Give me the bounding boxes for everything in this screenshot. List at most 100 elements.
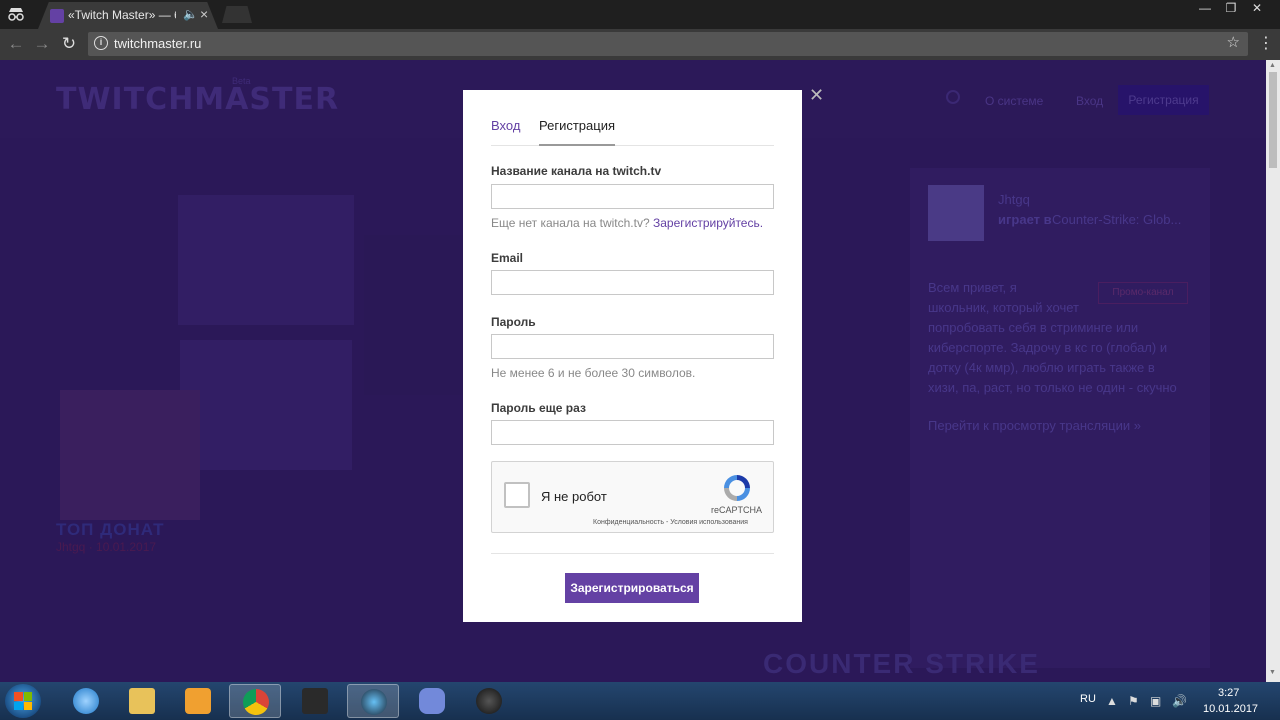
email-label: Email xyxy=(491,251,524,265)
bg-game: Counter-Strike: Glob... xyxy=(1052,212,1182,227)
bg-card xyxy=(364,235,464,395)
tray-expand-icon[interactable]: ▲ xyxy=(1106,694,1120,708)
search-icon[interactable] xyxy=(946,90,960,104)
recaptcha-checkbox[interactable] xyxy=(504,482,530,508)
forward-arrow-icon[interactable]: → xyxy=(31,33,53,55)
bg-channel-name: Jhtgq xyxy=(998,192,1030,207)
taskbar-internet-explorer[interactable] xyxy=(60,684,112,718)
bg-description-line: хизи, па, раст, но только не один - скуч… xyxy=(928,380,1177,395)
url-text: twitchmaster.ru xyxy=(114,36,202,51)
bg-plays-prefix: играет в xyxy=(998,212,1052,227)
clock-time[interactable]: 3:27 xyxy=(1218,687,1239,699)
back-arrow-icon[interactable]: ← xyxy=(5,33,27,55)
bg-banner: COUNTER STRIKE xyxy=(763,648,1040,679)
new-tab-button[interactable] xyxy=(222,6,252,23)
nav-login[interactable]: Вход xyxy=(1076,94,1103,108)
nav-about[interactable]: О системе xyxy=(985,94,1043,108)
tab-register[interactable]: Регистрация xyxy=(539,118,615,146)
taskbar-steam[interactable] xyxy=(347,684,399,718)
password-repeat-field[interactable] xyxy=(491,420,774,445)
browser-tab-bar: «Twitch Master» — бе 🔈 × — ❐ ✕ xyxy=(0,0,1280,29)
channel-name-input[interactable] xyxy=(491,184,774,209)
maximize-button[interactable]: ❐ xyxy=(1218,0,1244,18)
bg-description-line: школьник, который хочет xyxy=(928,300,1080,315)
bg-top-donat-sub: Jhtgq · 10.01.2017 xyxy=(56,540,157,554)
tab-title: «Twitch Master» — бе xyxy=(68,8,176,22)
channel-hint: Еще нет канала на twitch.tv? Зарегистрир… xyxy=(491,216,763,230)
recaptcha-label: Я не робот xyxy=(541,489,607,504)
bg-channel-avatar xyxy=(928,185,984,241)
browser-menu-icon[interactable]: ⋮ xyxy=(1258,33,1274,55)
taskbar-file-explorer[interactable] xyxy=(116,684,168,718)
email-field[interactable] xyxy=(491,270,774,295)
password-hint: Не менее 6 и не более 30 символов. xyxy=(491,366,696,380)
incognito-icon xyxy=(6,6,26,22)
windows-taskbar: RU ▲ ⚑ ▣ 🔊 3:27 10.01.2017 xyxy=(0,682,1280,720)
folder-icon xyxy=(129,688,155,714)
speaker-icon[interactable]: 🔈 xyxy=(183,7,198,21)
modal-tabs: Вход Регистрация xyxy=(491,118,774,146)
clock-date[interactable]: 10.01.2017 xyxy=(1203,703,1258,715)
promo-badge: Промо-канал xyxy=(1098,282,1188,304)
recaptcha-widget: Я не робот reCAPTCHA Конфиденциальность … xyxy=(491,461,774,533)
password-label: Пароль xyxy=(491,315,536,329)
header-register-button[interactable]: Регистрация xyxy=(1118,85,1209,115)
password-field[interactable] xyxy=(491,334,774,359)
taskbar-obs[interactable] xyxy=(463,684,515,718)
bg-card xyxy=(178,195,354,325)
media-player-icon xyxy=(185,688,211,714)
browser-tab[interactable]: «Twitch Master» — бе 🔈 × xyxy=(38,2,218,29)
modal-divider xyxy=(491,553,774,554)
register-submit-button[interactable]: Зарегистрироваться xyxy=(565,573,699,603)
registration-modal: Вход Регистрация Название канала на twit… xyxy=(463,90,802,622)
bg-avatar xyxy=(60,390,200,520)
scroll-thumb[interactable] xyxy=(1269,72,1277,168)
bg-watch-link[interactable]: Перейти к просмотру трансляции » xyxy=(928,416,1141,436)
modal-close-icon[interactable]: ✕ xyxy=(809,85,824,106)
recaptcha-links[interactable]: Конфиденциальность - Условия использован… xyxy=(593,519,748,526)
channel-hint-text: Еще нет канала на twitch.tv? xyxy=(491,216,650,230)
twitch-favicon-icon xyxy=(50,9,64,23)
internet-explorer-icon xyxy=(73,688,99,714)
taskbar-chrome[interactable] xyxy=(229,684,281,718)
windows-logo-icon xyxy=(14,692,32,710)
close-window-button[interactable]: ✕ xyxy=(1244,0,1270,18)
bg-description-line: попробовать себя в стриминге или xyxy=(928,320,1139,335)
network-icon[interactable]: ▣ xyxy=(1150,694,1164,708)
game-app-icon xyxy=(302,688,328,714)
recaptcha-logo-icon xyxy=(721,472,753,504)
bg-description-line: дотку (4к ммр), люблю играть также в xyxy=(928,360,1155,375)
action-center-icon[interactable]: ⚑ xyxy=(1128,694,1142,708)
tab-login[interactable]: Вход xyxy=(491,118,520,133)
obs-icon xyxy=(476,688,502,714)
window-controls: — ❐ ✕ xyxy=(1192,0,1270,18)
scroll-down-icon[interactable]: ▼ xyxy=(1269,669,1277,676)
chrome-icon xyxy=(243,689,269,715)
start-button[interactable] xyxy=(5,684,41,718)
twitch-register-link[interactable]: Зарегистрируйтесь. xyxy=(653,216,763,230)
taskbar-game-app[interactable] xyxy=(289,684,341,718)
logo-badge: Beta xyxy=(232,76,251,86)
browser-toolbar: ← → ↻ i twitchmaster.ru ☆ ⋮ xyxy=(0,29,1280,60)
page-scrollbar[interactable]: ▲ ▼ xyxy=(1266,60,1280,682)
discord-icon xyxy=(419,688,445,714)
taskbar-media-player[interactable] xyxy=(172,684,224,718)
taskbar-discord[interactable] xyxy=(406,684,458,718)
bg-card xyxy=(180,340,352,470)
reload-icon[interactable]: ↻ xyxy=(58,33,80,55)
language-indicator[interactable]: RU xyxy=(1080,693,1096,705)
recaptcha-brand: reCAPTCHA xyxy=(711,505,763,515)
bookmark-star-icon[interactable]: ☆ xyxy=(1227,33,1240,51)
channel-name-label: Название канала на twitch.tv xyxy=(491,164,662,178)
bg-description-line: Всем привет, я xyxy=(928,280,1017,295)
steam-icon xyxy=(361,689,387,715)
site-info-icon[interactable]: i xyxy=(94,36,108,50)
bg-top-donat: ТОП ДОНАТ xyxy=(56,520,165,539)
password-repeat-label: Пароль еще раз xyxy=(491,401,586,415)
address-bar[interactable]: i twitchmaster.ru ☆ xyxy=(88,32,1248,56)
minimize-button[interactable]: — xyxy=(1192,0,1218,18)
site-logo: TWITCHMASTER xyxy=(56,82,340,117)
tab-close-icon[interactable]: × xyxy=(200,6,208,22)
volume-icon[interactable]: 🔊 xyxy=(1172,694,1187,708)
scroll-up-icon[interactable]: ▲ xyxy=(1269,62,1277,69)
